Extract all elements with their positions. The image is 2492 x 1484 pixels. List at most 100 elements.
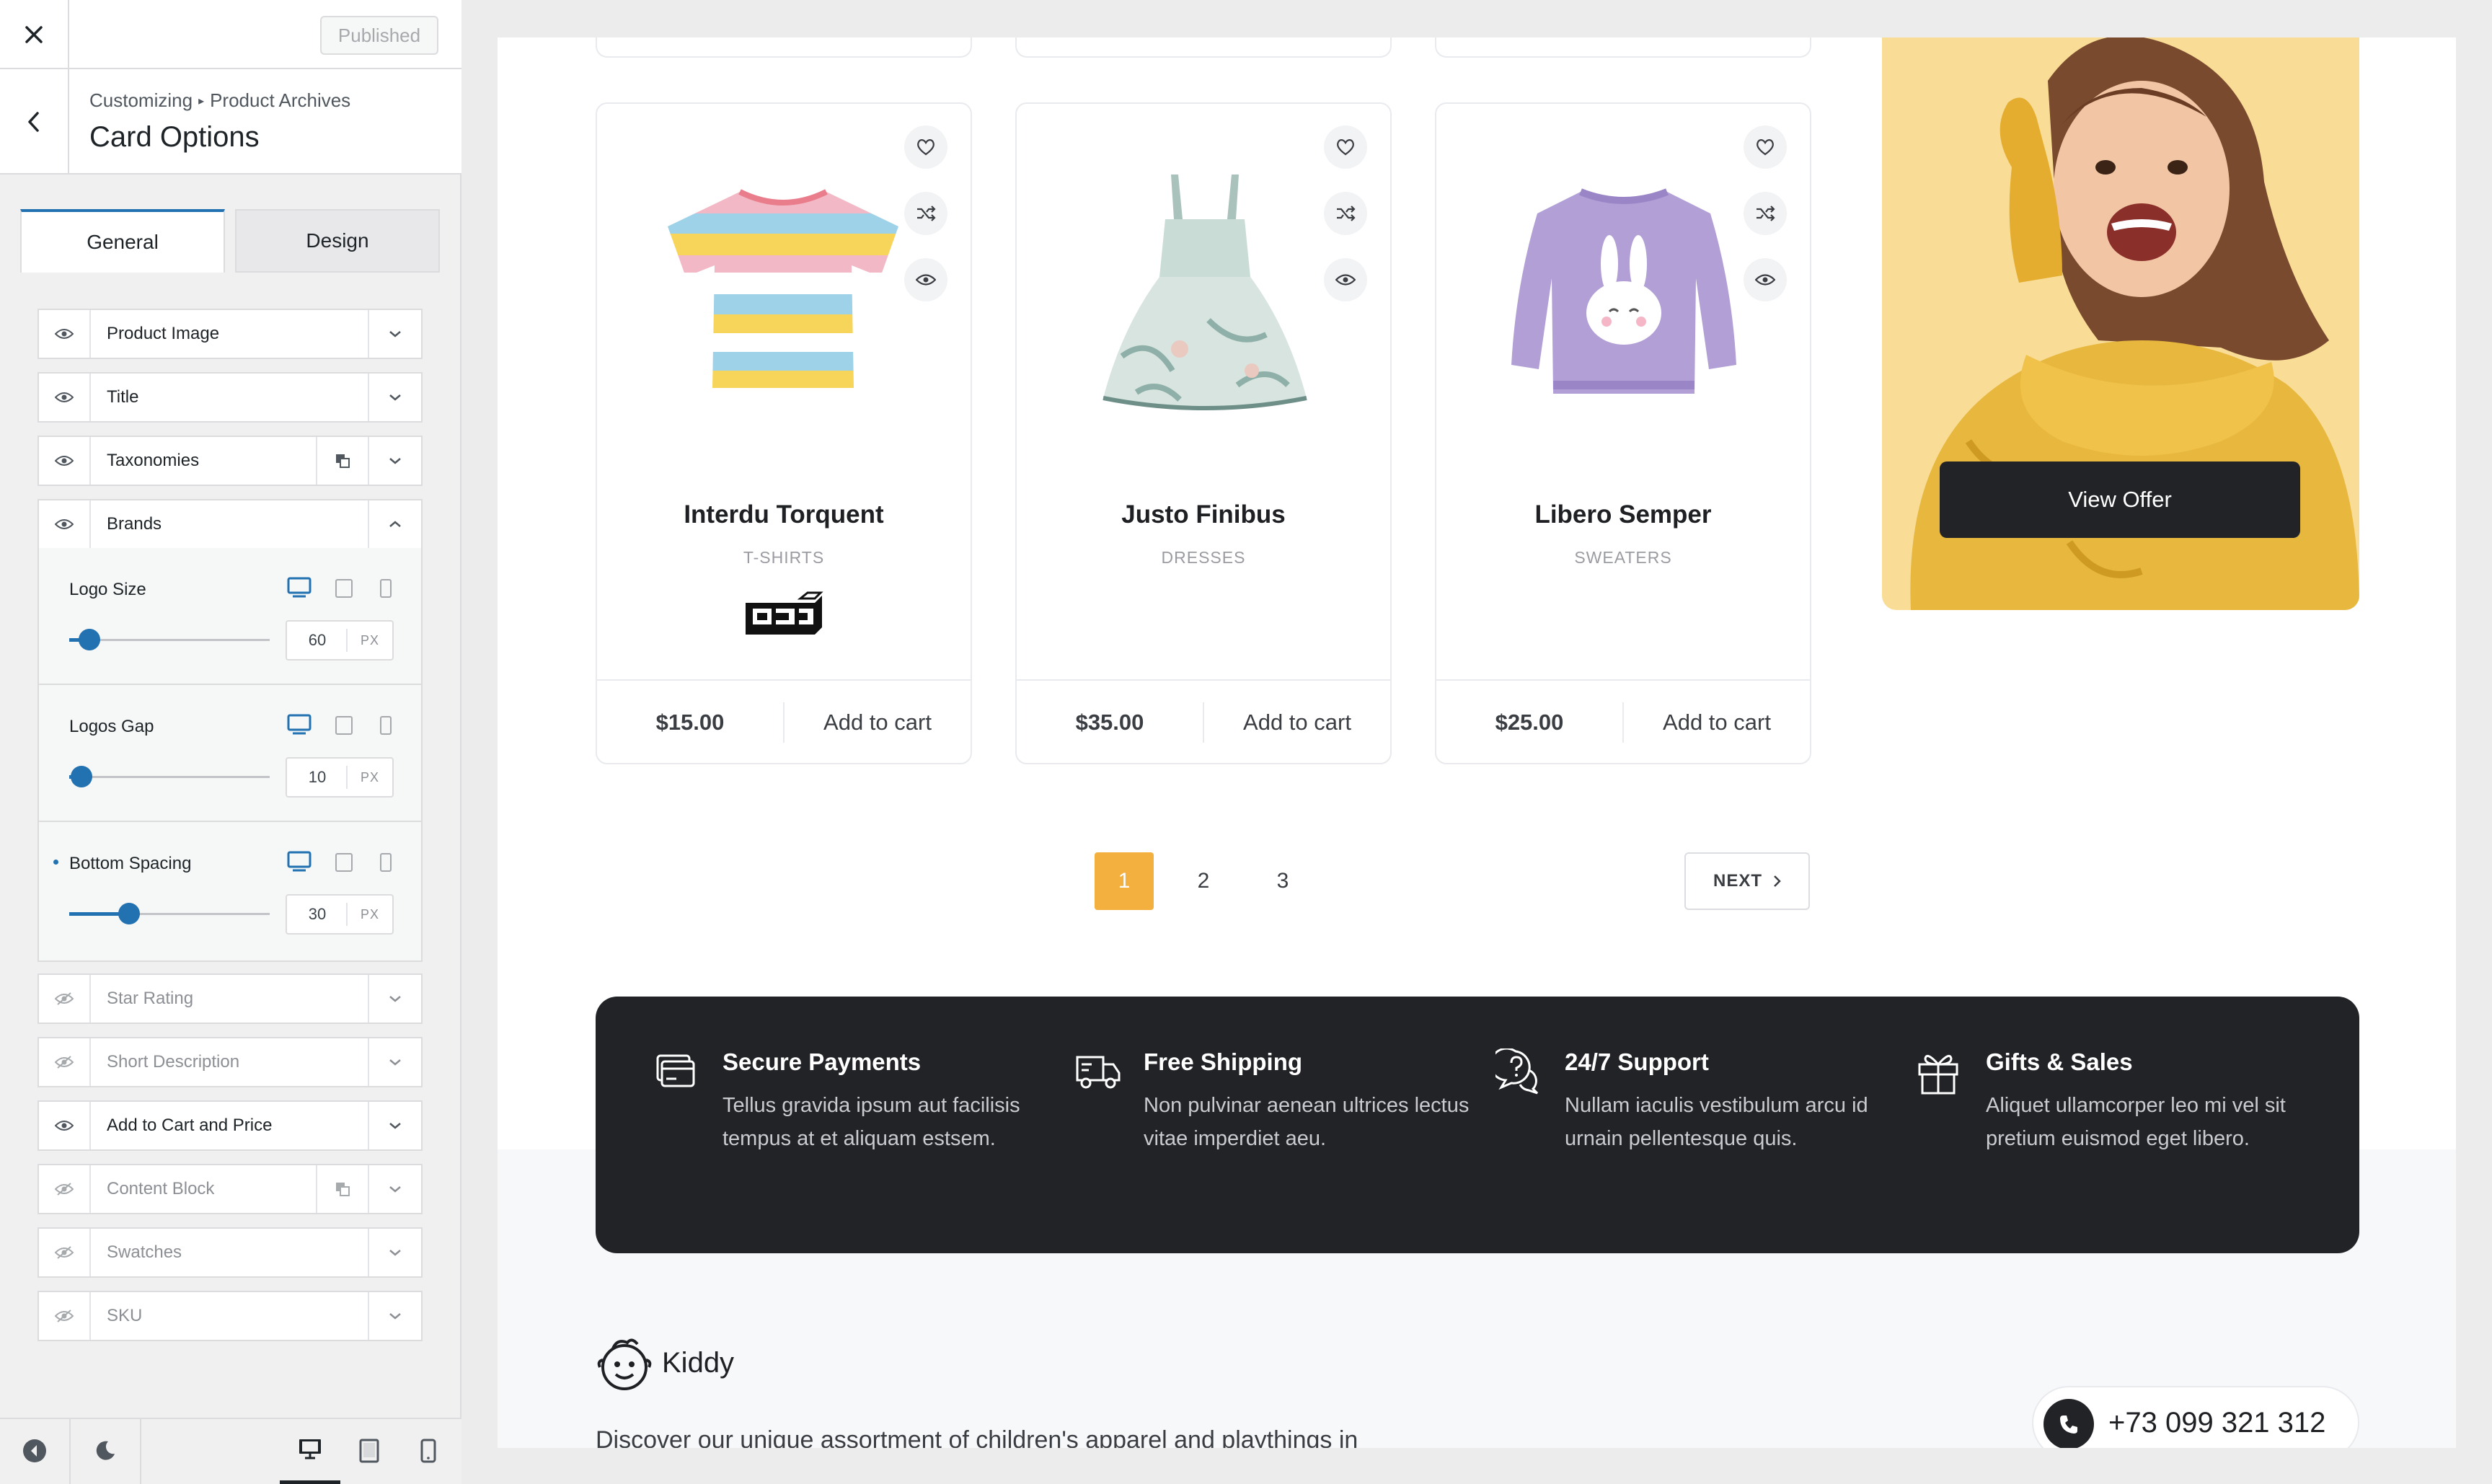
- visibility-toggle[interactable]: [39, 1229, 91, 1276]
- wishlist-button[interactable]: [1324, 125, 1367, 169]
- tablet-icon[interactable]: [335, 715, 353, 736]
- slider-handle[interactable]: [118, 903, 141, 924]
- page-2-button[interactable]: 2: [1174, 852, 1233, 910]
- mobile-icon: [420, 1439, 436, 1463]
- option-swatches[interactable]: Swatches: [37, 1227, 423, 1278]
- wishlist-button[interactable]: [1744, 125, 1787, 169]
- unit-label[interactable]: PX: [346, 903, 392, 926]
- expand-toggle[interactable]: [368, 1292, 421, 1340]
- bottom-spacing-input[interactable]: 30 PX: [286, 894, 394, 935]
- number-value[interactable]: 30: [287, 896, 348, 933]
- quick-view-button[interactable]: [1324, 258, 1367, 301]
- features-band: Secure Payments Tellus gravida ipsum aut…: [596, 997, 2359, 1253]
- duplicate-button[interactable]: [316, 1165, 368, 1213]
- expand-toggle[interactable]: [368, 310, 421, 358]
- logos-gap-input[interactable]: 10 PX: [286, 757, 394, 798]
- logo-size-input[interactable]: 60 PX: [286, 620, 394, 661]
- preview-mobile-button[interactable]: [398, 1418, 459, 1484]
- preview-tablet-button[interactable]: [340, 1418, 398, 1484]
- add-to-cart-button[interactable]: Add to cart: [785, 681, 971, 764]
- promo-banner[interactable]: View Offer: [1882, 37, 2359, 610]
- expand-toggle[interactable]: [368, 975, 421, 1023]
- visibility-toggle[interactable]: [39, 374, 91, 421]
- slider-track[interactable]: [69, 776, 270, 778]
- published-button[interactable]: Published: [320, 16, 438, 55]
- visibility-toggle[interactable]: [39, 975, 91, 1023]
- phone-contact[interactable]: +73 099 321 312: [2032, 1386, 2359, 1448]
- slider-handle[interactable]: [78, 629, 100, 650]
- visibility-toggle[interactable]: [39, 500, 91, 548]
- expand-toggle[interactable]: [368, 1229, 421, 1276]
- add-to-cart-button[interactable]: Add to cart: [1204, 681, 1390, 764]
- page-3-button[interactable]: 3: [1253, 852, 1312, 910]
- mobile-icon[interactable]: [379, 852, 392, 873]
- add-to-cart-button[interactable]: Add to cart: [1624, 681, 1810, 764]
- tab-design[interactable]: Design: [235, 209, 440, 273]
- option-title[interactable]: Title: [37, 372, 423, 423]
- quick-view-button[interactable]: [904, 258, 947, 301]
- kiddy-logo-icon[interactable]: [596, 1335, 653, 1393]
- product-category[interactable]: DRESSES: [1017, 548, 1390, 567]
- compare-button[interactable]: [904, 192, 947, 235]
- product-category[interactable]: SWEATERS: [1436, 548, 1810, 567]
- phone-number[interactable]: +73 099 321 312: [2108, 1387, 2325, 1448]
- desktop-icon[interactable]: [287, 714, 312, 736]
- product-title[interactable]: Interdu Torquent: [597, 500, 971, 529]
- option-product-image[interactable]: Product Image: [37, 309, 423, 359]
- collapse-toggle[interactable]: [368, 500, 421, 548]
- preview-desktop-button[interactable]: [280, 1418, 340, 1484]
- brand-name[interactable]: Kiddy: [662, 1347, 734, 1379]
- desktop-icon[interactable]: [287, 577, 312, 599]
- unit-label[interactable]: PX: [346, 766, 392, 789]
- dark-mode-button[interactable]: [71, 1418, 140, 1484]
- product-title[interactable]: Libero Semper: [1436, 500, 1810, 529]
- product-title[interactable]: Justo Finibus: [1017, 500, 1390, 529]
- next-page-button[interactable]: NEXT: [1684, 852, 1810, 910]
- visibility-toggle[interactable]: [39, 310, 91, 358]
- expand-toggle[interactable]: [368, 1102, 421, 1149]
- brand-logo[interactable]: [740, 591, 826, 643]
- option-add-to-cart-and-price[interactable]: Add to Cart and Price: [37, 1100, 423, 1151]
- wishlist-button[interactable]: [904, 125, 947, 169]
- option-short-description[interactable]: Short Description: [37, 1037, 423, 1087]
- visibility-toggle[interactable]: [39, 1038, 91, 1086]
- hide-controls-button[interactable]: [0, 1418, 69, 1484]
- slider-handle[interactable]: [70, 766, 92, 787]
- expand-toggle[interactable]: [368, 374, 421, 421]
- breadcrumb-separator: ▸: [198, 95, 205, 107]
- visibility-toggle[interactable]: [39, 1292, 91, 1340]
- option-content-block[interactable]: Content Block: [37, 1164, 423, 1214]
- eye-icon: [55, 456, 74, 466]
- back-button[interactable]: [0, 69, 69, 175]
- compare-button[interactable]: [1324, 192, 1367, 235]
- panel-title: Card Options: [89, 121, 260, 153]
- tab-general[interactable]: General: [20, 209, 225, 273]
- expand-toggle[interactable]: [368, 1038, 421, 1086]
- option-sku[interactable]: SKU: [37, 1291, 423, 1341]
- mobile-icon[interactable]: [379, 715, 392, 736]
- product-category[interactable]: T-SHIRTS: [597, 548, 971, 567]
- option-brands[interactable]: Brands: [37, 499, 423, 549]
- chevron-down-icon: [389, 1186, 401, 1193]
- option-taxonomies[interactable]: Taxonomies: [37, 436, 423, 486]
- compare-button[interactable]: [1744, 192, 1787, 235]
- tablet-icon[interactable]: [335, 578, 353, 599]
- page-1-button[interactable]: 1: [1095, 852, 1154, 910]
- visibility-toggle[interactable]: [39, 1102, 91, 1149]
- close-customizer-button[interactable]: [0, 0, 69, 69]
- expand-toggle[interactable]: [368, 437, 421, 485]
- number-value[interactable]: 60: [287, 622, 348, 659]
- tablet-icon[interactable]: [335, 852, 353, 873]
- option-star-rating[interactable]: Star Rating: [37, 973, 423, 1024]
- view-offer-button[interactable]: View Offer: [1940, 461, 2300, 538]
- mobile-icon[interactable]: [379, 578, 392, 599]
- visibility-toggle[interactable]: [39, 1165, 91, 1213]
- number-value[interactable]: 10: [287, 759, 348, 796]
- unit-label[interactable]: PX: [346, 629, 392, 652]
- desktop-icon[interactable]: [287, 851, 312, 873]
- duplicate-button[interactable]: [316, 437, 368, 485]
- visibility-toggle[interactable]: [39, 437, 91, 485]
- expand-toggle[interactable]: [368, 1165, 421, 1213]
- chevron-down-icon: [389, 1250, 401, 1256]
- quick-view-button[interactable]: [1744, 258, 1787, 301]
